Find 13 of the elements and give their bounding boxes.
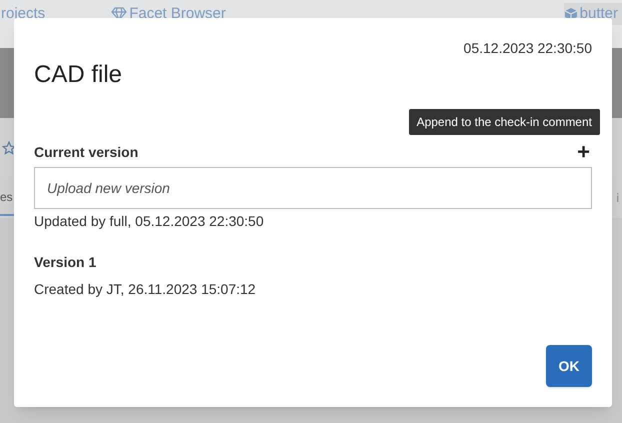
update-note: Updated by full, 05.12.2023 22:30:50 [34,212,265,231]
dialog-title: CAD file [34,60,124,90]
diamond-icon [111,7,128,21]
timestamp: 05.12.2023 22:30:50 [464,39,592,58]
add-button[interactable]: + [575,141,592,163]
version-label: Version 1 [34,253,98,272]
star-icon[interactable] [2,141,16,155]
tab[interactable]: i [615,181,619,215]
section-label: Current version [34,142,138,162]
version-note: Created by JT, 26.11.2023 15:07:12 [34,280,257,299]
ok-button[interactable]: OK [546,345,592,387]
input-field[interactable]: Upload new version [34,167,592,209]
tooltip: Append to the check-in comment [408,109,600,135]
